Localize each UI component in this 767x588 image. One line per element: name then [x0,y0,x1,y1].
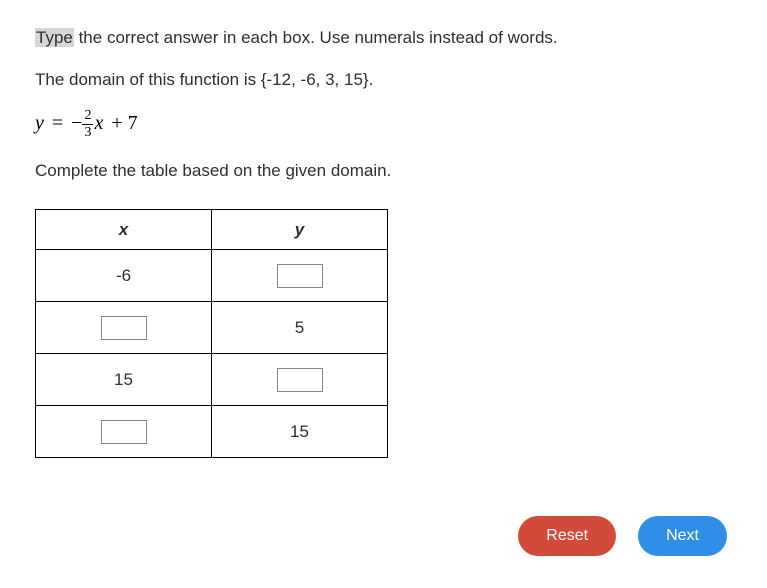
cell-y-2-input[interactable] [277,368,323,392]
cell-y-1: 5 [212,302,388,354]
equation-plus: + 7 [111,112,137,135]
equation-lhs: y [35,112,44,135]
instruction-highlight: Type [35,28,74,47]
instruction-text: Type the correct answer in each box. Use… [35,28,732,48]
complete-text: Complete the table based on the given do… [35,161,732,181]
table-header-row: x y [36,210,388,250]
table-header-x: x [36,210,212,250]
table-row: -6 [36,250,388,302]
function-table: x y -6 5 15 15 [35,209,388,458]
table-row: 15 [36,406,388,458]
cell-y-0-input[interactable] [277,264,323,288]
equation-fraction: 2 3 [82,109,93,140]
domain-text: The domain of this function is {-12, -6,… [35,70,732,90]
equation-equals: = [52,112,63,135]
equation-frac-num: 2 [82,109,93,125]
table-row: 15 [36,354,388,406]
cell-x-3-input[interactable] [101,420,147,444]
next-button[interactable]: Next [638,516,727,556]
table-row: 5 [36,302,388,354]
cell-y-3: 15 [212,406,388,458]
instruction-rest: the correct answer in each box. Use nume… [74,28,558,47]
cell-x-0: -6 [36,250,212,302]
cell-x-1-input[interactable] [101,316,147,340]
equation-var: x [94,112,103,135]
equation-frac-den: 3 [84,125,91,140]
cell-x-2: 15 [36,354,212,406]
table-header-y: y [212,210,388,250]
equation-neg: − [71,112,82,135]
button-row: Reset Next [518,516,727,556]
reset-button[interactable]: Reset [518,516,616,556]
equation: y = − 2 3 x + 7 [35,108,732,139]
